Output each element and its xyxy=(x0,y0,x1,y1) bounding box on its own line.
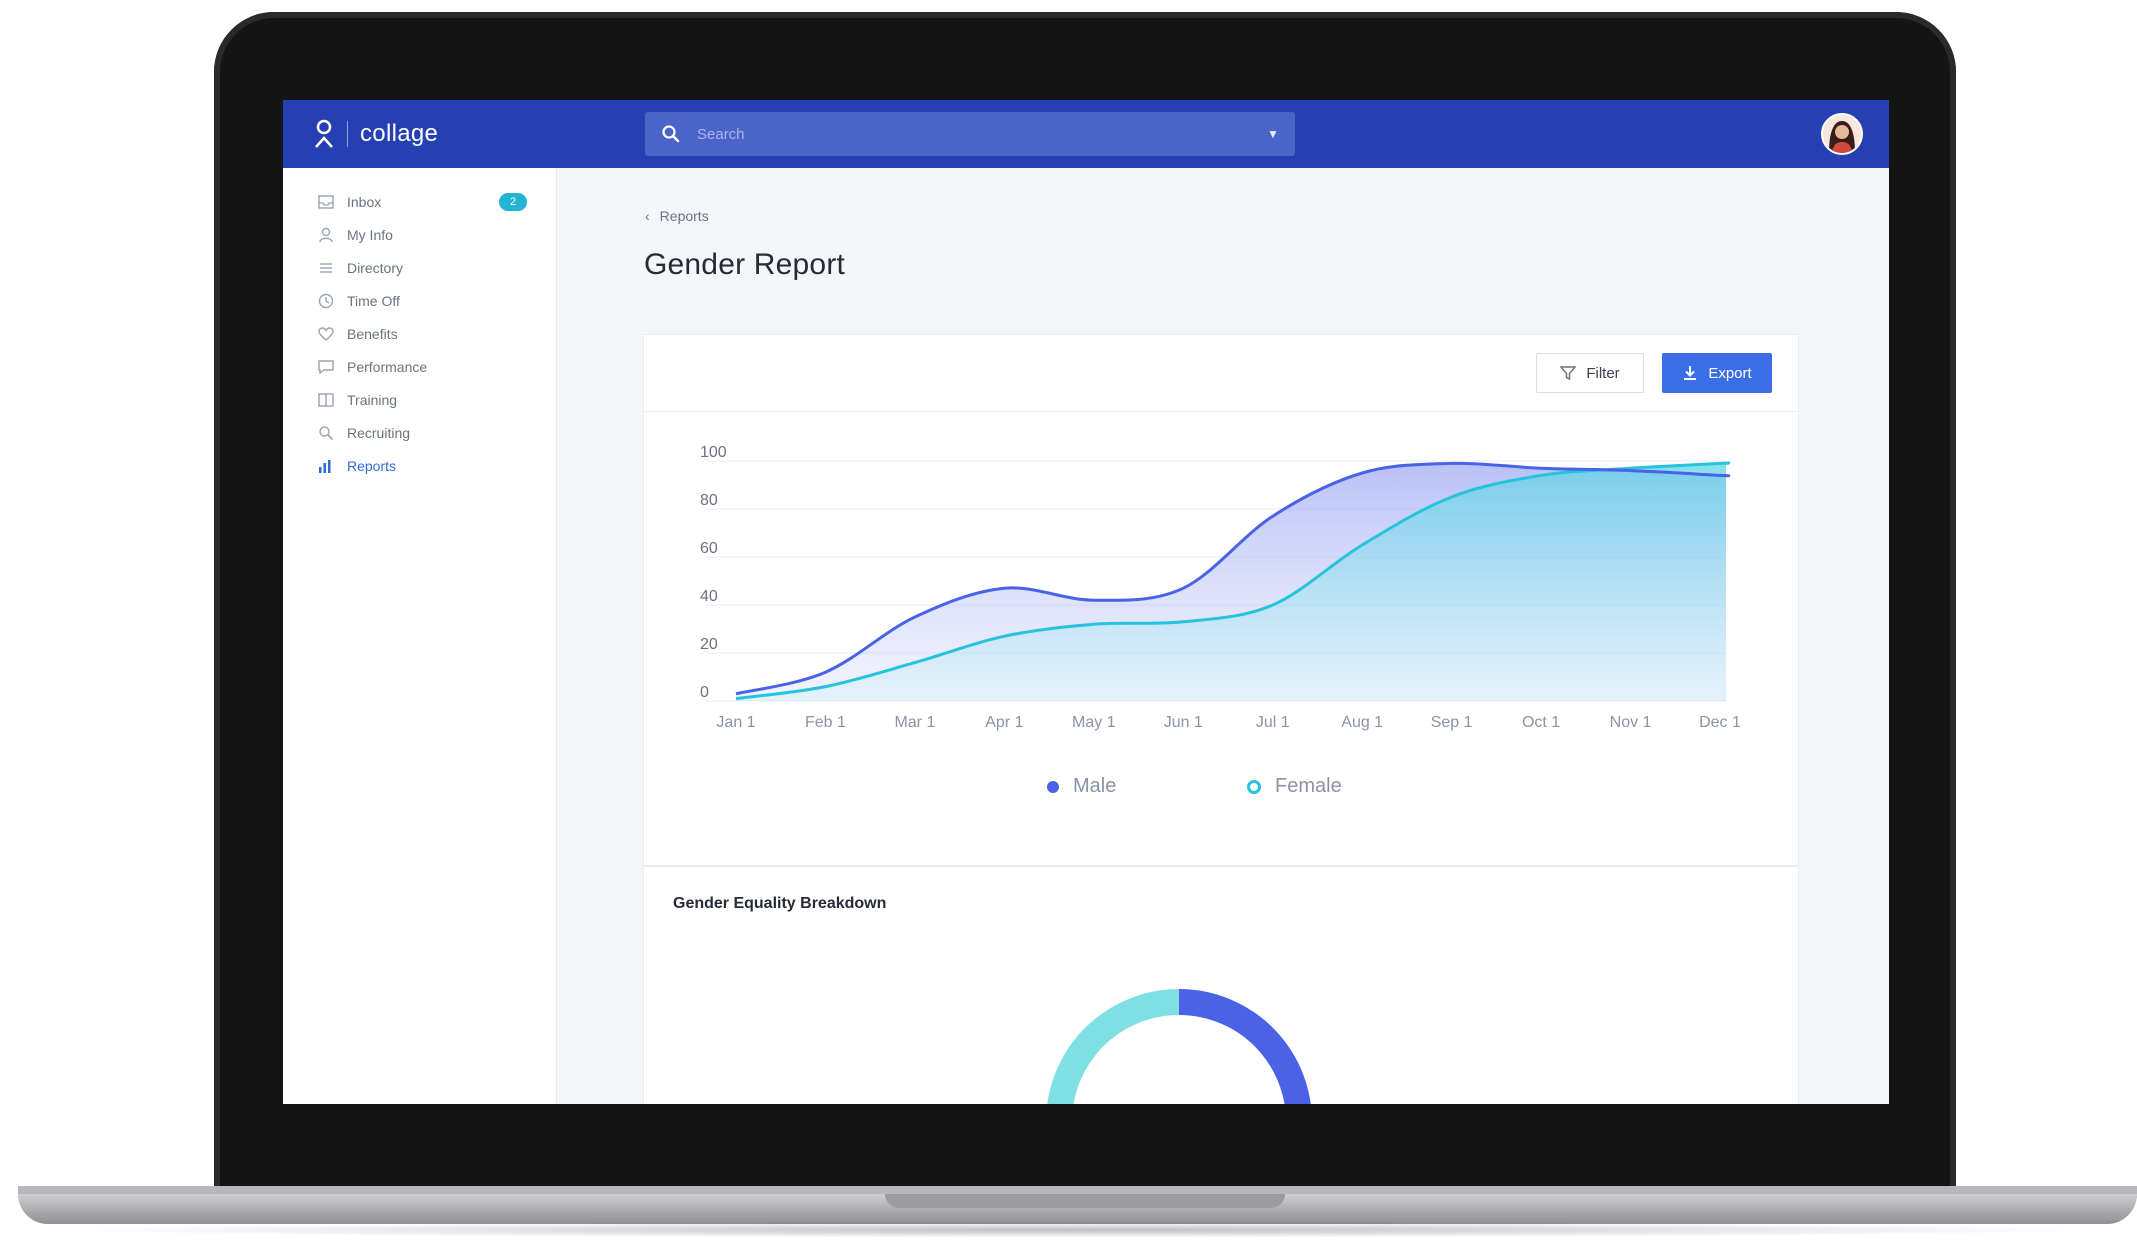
x-tick-label: Jun 1 xyxy=(1164,714,1203,731)
list-icon xyxy=(317,259,335,277)
sidebar-item-reports[interactable]: Reports xyxy=(317,454,527,478)
inbox-count-badge: 2 xyxy=(499,193,527,211)
sidebar-item-performance[interactable]: Performance xyxy=(317,355,527,379)
filter-icon xyxy=(1560,366,1577,380)
bar-chart-icon xyxy=(317,457,335,475)
donut-slice-male xyxy=(1178,989,1311,1104)
chevron-down-icon[interactable]: ▼ xyxy=(1267,127,1279,141)
sidebar-item-my-info[interactable]: My Info xyxy=(317,223,527,247)
export-label: Export xyxy=(1708,364,1752,382)
brand[interactable]: collage xyxy=(313,118,438,150)
sidebar-item-label: My Info xyxy=(347,227,393,243)
y-tick-label: 40 xyxy=(700,588,718,605)
sidebar-item-training[interactable]: Training xyxy=(317,388,527,412)
avatar[interactable] xyxy=(1821,113,1863,155)
brand-divider xyxy=(347,121,348,147)
sidebar-item-label: Recruiting xyxy=(347,425,411,441)
sidebar-item-inbox[interactable]: Inbox 2 xyxy=(317,190,527,214)
search-icon xyxy=(317,424,335,442)
sidebar-item-time-off[interactable]: Time Off xyxy=(317,289,527,313)
x-tick-label: Dec 1 xyxy=(1699,714,1741,731)
heart-icon xyxy=(317,325,335,343)
sidebar-item-label: Inbox xyxy=(347,194,382,210)
breadcrumb[interactable]: ‹ Reports xyxy=(645,208,709,224)
x-tick-label: Jan 1 xyxy=(716,714,755,731)
download-icon xyxy=(1684,366,1697,380)
x-tick-label: Mar 1 xyxy=(894,714,935,731)
x-tick-label: May 1 xyxy=(1072,714,1116,731)
laptop-shadow xyxy=(60,1222,2100,1238)
clock-icon xyxy=(317,292,335,310)
card-toolbar: Filter Export xyxy=(644,335,1798,412)
search-icon xyxy=(662,125,680,143)
x-tick-label: Apr 1 xyxy=(985,714,1023,731)
search-input[interactable] xyxy=(695,124,1259,144)
app-screen: collage ▼ Inbox 2 My Info Directory Time Off… xyxy=(283,100,1889,1104)
y-tick-label: 80 xyxy=(700,492,718,509)
collage-logo-icon xyxy=(315,119,333,148)
chat-icon xyxy=(317,358,335,376)
sidebar-item-benefits[interactable]: Benefits xyxy=(317,322,527,346)
top-bar: collage ▼ xyxy=(283,100,1889,168)
legend-label-male: Male xyxy=(1073,775,1117,797)
x-tick-label: Nov 1 xyxy=(1610,714,1652,731)
filter-button[interactable]: Filter xyxy=(1536,353,1644,393)
x-tick-label: Feb 1 xyxy=(805,714,846,731)
y-tick-label: 60 xyxy=(700,540,718,557)
chevron-left-icon: ‹ xyxy=(645,208,650,224)
page-title: Gender Report xyxy=(644,248,846,281)
sidebar: Inbox 2 My Info Directory Time Off Benefits Pe… xyxy=(283,168,557,1104)
y-tick-label: 20 xyxy=(700,636,718,653)
x-tick-label: Aug 1 xyxy=(1341,714,1383,731)
gender-breakdown-card: Gender Equality Breakdown xyxy=(643,866,1799,1104)
user-avatar-icon xyxy=(1823,115,1861,153)
book-icon xyxy=(317,391,335,409)
gender-breakdown-donut xyxy=(1047,989,1311,1104)
app-name: collage xyxy=(360,120,439,147)
sidebar-item-label: Training xyxy=(347,392,398,408)
gender-chart-card: Filter Export 0 20 40 60 80 100 Jan 1 Feb 1 Mar … xyxy=(643,334,1799,866)
sidebar-item-directory[interactable]: Directory xyxy=(317,256,527,280)
sidebar-item-recruiting[interactable]: Recruiting xyxy=(317,421,527,445)
legend-item-male[interactable]: Male xyxy=(1047,775,1116,798)
legend-marker-male xyxy=(1047,780,1059,793)
x-tick-label: Sep 1 xyxy=(1431,714,1473,731)
filter-label: Filter xyxy=(1586,364,1620,382)
x-tick-label: Jul 1 xyxy=(1256,714,1290,731)
gender-area-chart: 0 20 40 60 80 100 Jan 1 Feb 1 Mar 1 Apr 1 May 1 Jun… xyxy=(700,444,1741,731)
laptop-notch xyxy=(885,1194,1285,1208)
legend-item-female[interactable]: Female xyxy=(1247,775,1342,798)
legend-label-female: Female xyxy=(1275,775,1342,797)
chart-legend: Male Female xyxy=(644,775,1798,805)
user-icon xyxy=(317,226,335,244)
x-tick-label: Oct 1 xyxy=(1522,714,1560,731)
sidebar-item-label: Benefits xyxy=(347,326,398,342)
donut-slice-female xyxy=(1047,989,1180,1104)
legend-marker-female xyxy=(1247,779,1261,794)
inbox-icon xyxy=(317,193,335,211)
export-button[interactable]: Export xyxy=(1662,353,1772,393)
sidebar-item-label: Time Off xyxy=(347,293,400,309)
sidebar-item-label: Reports xyxy=(347,458,397,474)
sidebar-item-label: Directory xyxy=(347,260,404,276)
y-tick-label: 0 xyxy=(700,684,709,701)
sidebar-item-label: Performance xyxy=(347,359,428,375)
breadcrumb-label: Reports xyxy=(659,208,709,224)
search-bar[interactable]: ▼ xyxy=(645,112,1295,156)
y-tick-label: 100 xyxy=(700,444,727,461)
